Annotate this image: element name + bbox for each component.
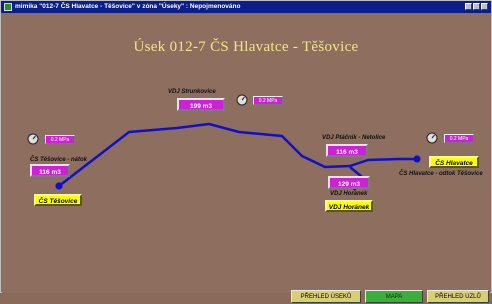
gauge-icon xyxy=(426,132,438,144)
station-button-hlavatce[interactable]: ČS Hlavatce xyxy=(429,156,479,168)
label-ptacnik: VDJ Ptáčník - Netolice xyxy=(322,135,386,141)
gauge-icon xyxy=(236,94,248,106)
station-button-horanek[interactable]: VDJ Horánek xyxy=(325,200,373,212)
pipe-endpoint-hlavatce xyxy=(413,155,421,163)
maximize-button[interactable] xyxy=(473,3,480,10)
label-hlavatce: ČS Hlavatce - odtok Těšovice xyxy=(399,171,483,177)
minimize-button[interactable] xyxy=(465,3,472,10)
pressure-strunkovice[interactable]: 0.2 MPa xyxy=(253,96,283,105)
pipeline-diagram xyxy=(55,122,421,191)
nav-button-mapa[interactable]: MAPA xyxy=(365,290,423,303)
application-window: mimika "012-7 ČS Hlavatce - Těšovice" v … xyxy=(0,0,492,303)
station-button-tesovice[interactable]: ČS Těšovice xyxy=(34,194,82,206)
schematic-canvas: Úsek 012-7 ČS Hlavatce - Těšovice VDJ St… xyxy=(2,14,490,303)
volume-tesovice[interactable]: 116 m3 xyxy=(30,164,70,177)
volume-horanek[interactable]: 129 m3 xyxy=(328,176,370,189)
volume-ptacnik[interactable]: 116 m3 xyxy=(326,144,368,157)
label-strunkovice: VDJ Strunkovice xyxy=(168,89,216,95)
gauge-icon xyxy=(27,133,39,145)
pressure-tesovice[interactable]: 0.2 MPa xyxy=(45,135,75,144)
nav-button-useky[interactable]: PŘEHLED ÚSEKŮ xyxy=(291,290,361,303)
pipe-endpoint-tesovice xyxy=(55,182,63,190)
label-horanek: VDJ Horánek xyxy=(330,191,368,197)
window-title: mimika "012-7 ČS Hlavatce - Těšovice" v … xyxy=(15,3,241,10)
label-tesovice: ČS Těšovice - nátok xyxy=(30,157,88,163)
app-icon xyxy=(4,3,12,11)
title-bar: mimika "012-7 ČS Hlavatce - Těšovice" v … xyxy=(1,1,491,13)
volume-strunkovice[interactable]: 199 m3 xyxy=(177,98,225,111)
pressure-hlavatce[interactable]: 0.2 MPa xyxy=(444,134,474,143)
close-button[interactable] xyxy=(481,3,488,10)
nav-button-uzly[interactable]: PŘEHLED UZLŮ xyxy=(427,290,489,303)
